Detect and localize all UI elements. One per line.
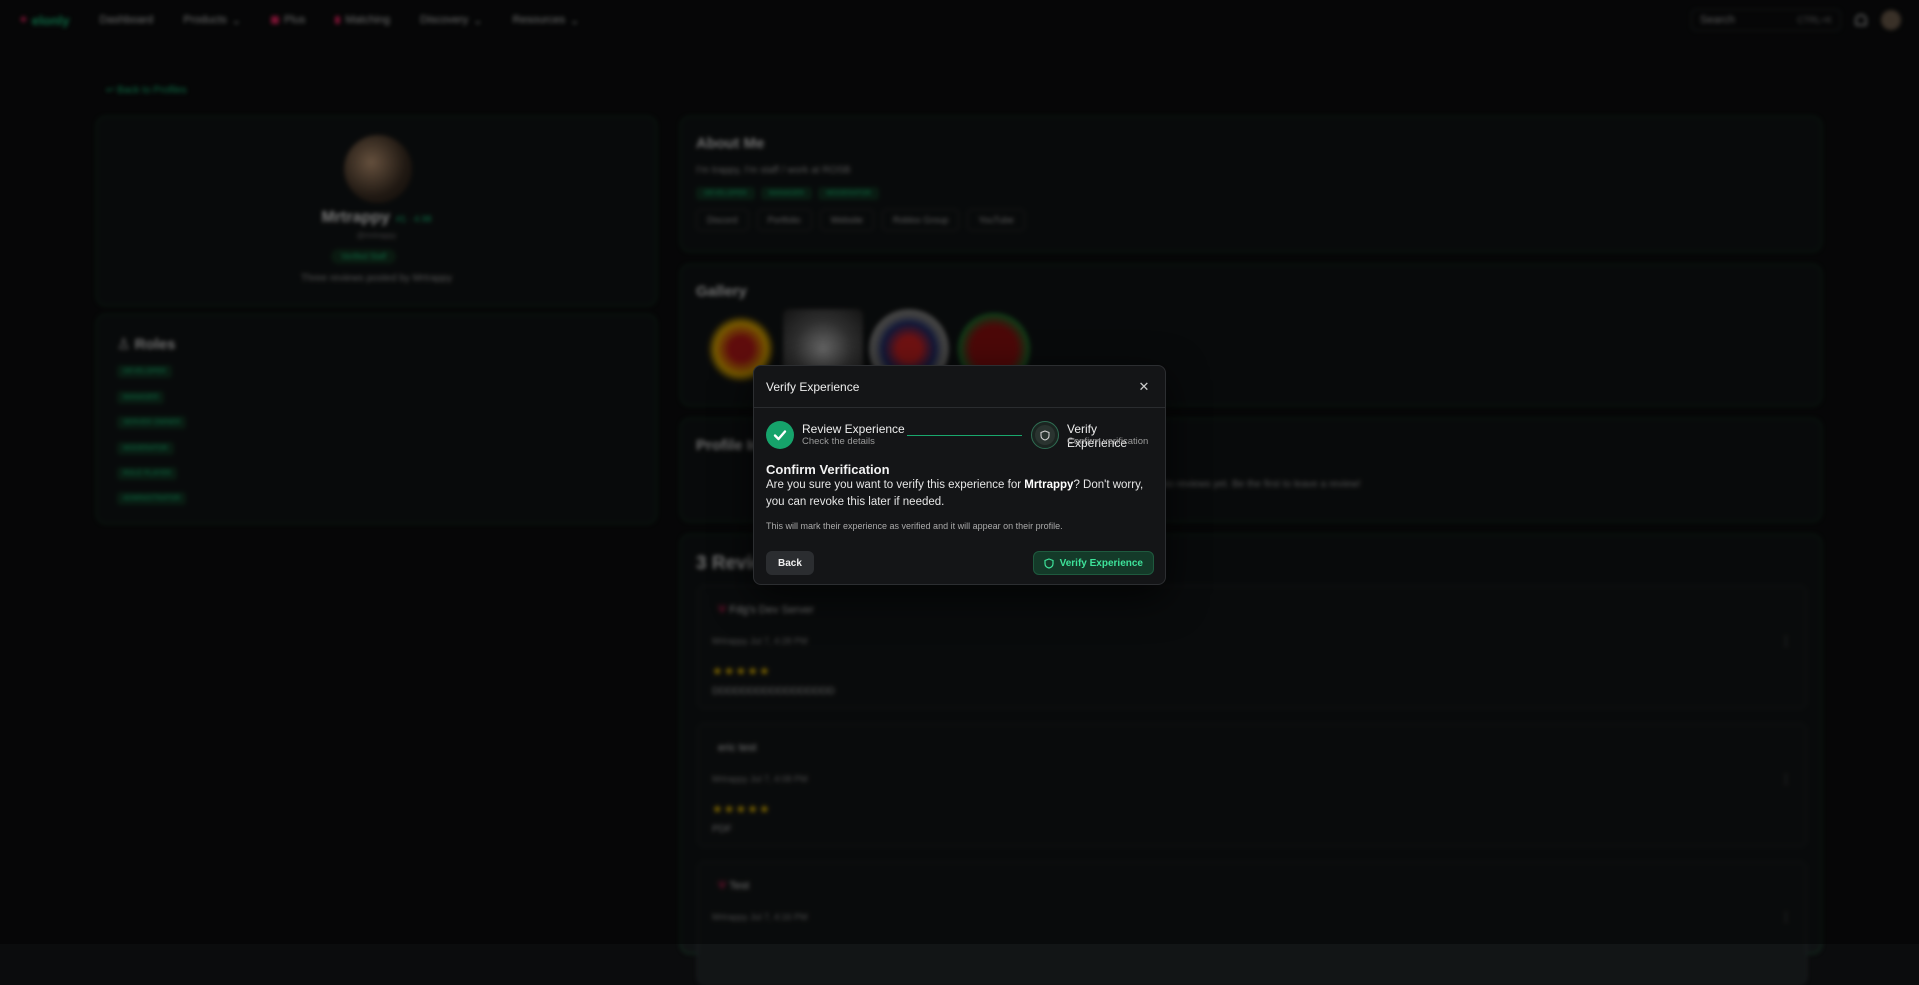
step2-subtitle: Confirm verification (1067, 436, 1148, 447)
modal-header: Verify Experience ✕ (754, 366, 1165, 408)
shield-icon (1044, 558, 1054, 569)
stepper: Review Experience Check the details Veri… (766, 421, 1155, 451)
step-current-indicator (1031, 421, 1059, 449)
verify-experience-dialog: Verify Experience ✕ Review Experience Ch… (753, 365, 1166, 585)
verify-button-label: Verify Experience (1060, 558, 1143, 569)
shield-icon (1035, 425, 1055, 445)
confirm-message-username: Mrtrappy (1024, 479, 1073, 491)
modal-title: Verify Experience (766, 380, 859, 394)
confirm-message: Are you sure you want to verify this exp… (766, 477, 1156, 511)
confirm-heading: Confirm Verification (766, 462, 890, 477)
step-complete-check-icon (766, 421, 794, 449)
step1-title: Review Experience (802, 422, 905, 436)
confirm-note: This will mark their experience as verif… (766, 521, 1063, 531)
back-button[interactable]: Back (766, 551, 814, 575)
step1-subtitle: Check the details (802, 436, 875, 447)
step-connector (907, 435, 1022, 436)
confirm-message-prefix: Are you sure you want to verify this exp… (766, 479, 1024, 491)
verify-experience-button[interactable]: Verify Experience (1033, 551, 1154, 575)
close-icon[interactable]: ✕ (1135, 378, 1153, 396)
